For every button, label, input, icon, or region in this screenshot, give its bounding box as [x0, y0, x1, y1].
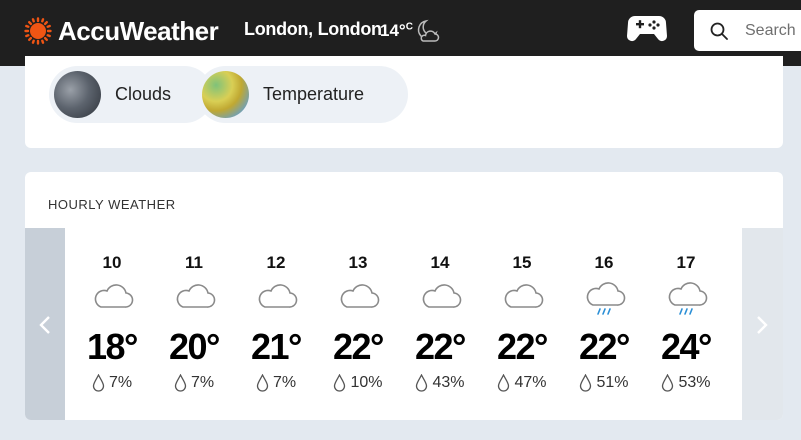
- hour-temperature: 21°: [251, 326, 302, 367]
- chevron-left-icon: [39, 316, 50, 334]
- clouds-map-thumbnail: [54, 71, 101, 118]
- hour-temperature: 22°: [333, 326, 384, 367]
- raindrop-icon: [580, 374, 592, 392]
- current-temp-value: 14°: [380, 21, 406, 40]
- hour-time: 10: [102, 253, 122, 272]
- night-partly-cloudy-icon: [417, 19, 440, 42]
- raindrop-icon: [662, 374, 674, 392]
- temperature-map-thumbnail: [202, 71, 249, 118]
- clouds-map-chip[interactable]: Clouds: [49, 66, 213, 123]
- raindrop-icon: [256, 374, 269, 392]
- precip-chance: 7%: [153, 374, 235, 392]
- hour-time: 11: [185, 253, 203, 272]
- hourly-item[interactable]: 14 22° 43%: [399, 228, 481, 420]
- brand-name: AccuWeather: [58, 15, 219, 46]
- accuweather-logo[interactable]: AccuWeather: [24, 14, 219, 48]
- hourly-item[interactable]: 15 22° 47%: [481, 228, 563, 420]
- precip-chance: 10%: [317, 374, 399, 392]
- precip-value: 47%: [514, 374, 547, 391]
- hour-time: 16: [594, 253, 614, 272]
- temperature-map-label: Temperature: [263, 84, 365, 104]
- cloud-icon: [258, 284, 298, 308]
- raindrop-icon: [92, 374, 105, 392]
- precip-chance: 7%: [235, 374, 317, 392]
- maps-card: Clouds Temperature: [25, 56, 783, 148]
- precip-value: 7%: [108, 374, 133, 391]
- cloud-icon: [94, 284, 134, 308]
- raindrop-icon: [498, 374, 510, 392]
- precip-chance: 51%: [563, 374, 645, 392]
- hour-time: 12: [266, 253, 286, 272]
- hourly-item[interactable]: 12 21° 7%: [235, 228, 317, 420]
- hour-time: 14: [430, 253, 450, 272]
- hourly-item[interactable]: 17 24° 53%: [645, 228, 727, 420]
- cloud-icon: [176, 284, 216, 308]
- raindrop-icon: [334, 374, 346, 392]
- raindrop-icon: [174, 374, 187, 392]
- hourly-item[interactable]: 10 18° 7%: [71, 228, 153, 420]
- precip-value: 51%: [596, 374, 629, 391]
- chevron-right-icon: [757, 316, 768, 334]
- precip-value: 53%: [678, 374, 711, 391]
- hourly-item[interactable]: 16 22° 51%: [563, 228, 645, 420]
- gamepad-icon[interactable]: [627, 12, 667, 44]
- precip-chance: 43%: [399, 374, 481, 392]
- current-temp[interactable]: 14°C: [380, 21, 413, 41]
- hourly-weather-card: HOURLY WEATHER 10 18° 7% 11 20° 7% 12 21…: [25, 172, 783, 420]
- hour-temperature: 18°: [87, 326, 138, 367]
- raindrop-icon: [416, 374, 428, 392]
- hourly-forecast-list: 10 18° 7% 11 20° 7% 12 21° 7% 13 22° 10%…: [71, 228, 737, 420]
- hour-time: 13: [348, 253, 368, 272]
- precip-chance: 7%: [71, 374, 153, 392]
- precip-value: 7%: [272, 374, 297, 391]
- precip-value: 7%: [190, 374, 215, 391]
- hour-temperature: 22°: [579, 326, 630, 367]
- cloud-icon: [504, 284, 544, 308]
- precip-value: 10%: [350, 374, 383, 391]
- hour-temperature: 22°: [497, 326, 548, 367]
- hour-time: 15: [512, 253, 532, 272]
- precip-chance: 53%: [645, 374, 727, 392]
- scroll-left-button[interactable]: [25, 228, 65, 420]
- hour-temperature: 22°: [415, 326, 466, 367]
- cloud-icon: [422, 284, 462, 308]
- cloud-icon: [340, 284, 380, 308]
- search-box[interactable]: Search: [694, 10, 801, 51]
- precip-chance: 47%: [481, 374, 563, 392]
- hourly-weather-title: HOURLY WEATHER: [48, 197, 176, 212]
- temp-unit: C: [405, 21, 413, 33]
- hour-time: 17: [676, 253, 696, 272]
- location-name[interactable]: London, London: [244, 19, 382, 40]
- scroll-right-button[interactable]: [742, 228, 783, 420]
- rain-cloud-icon: [668, 282, 708, 315]
- hourly-item[interactable]: 11 20° 7%: [153, 228, 235, 420]
- rain-cloud-icon: [586, 282, 626, 315]
- search-input[interactable]: Search: [745, 22, 796, 40]
- sun-logo-icon: [24, 17, 52, 45]
- hour-temperature: 20°: [169, 326, 220, 367]
- hourly-item[interactable]: 13 22° 10%: [317, 228, 399, 420]
- hour-temperature: 24°: [661, 326, 712, 367]
- temperature-map-chip[interactable]: Temperature: [197, 66, 408, 123]
- clouds-map-label: Clouds: [115, 84, 172, 104]
- search-icon: [710, 22, 728, 40]
- precip-value: 43%: [432, 374, 465, 391]
